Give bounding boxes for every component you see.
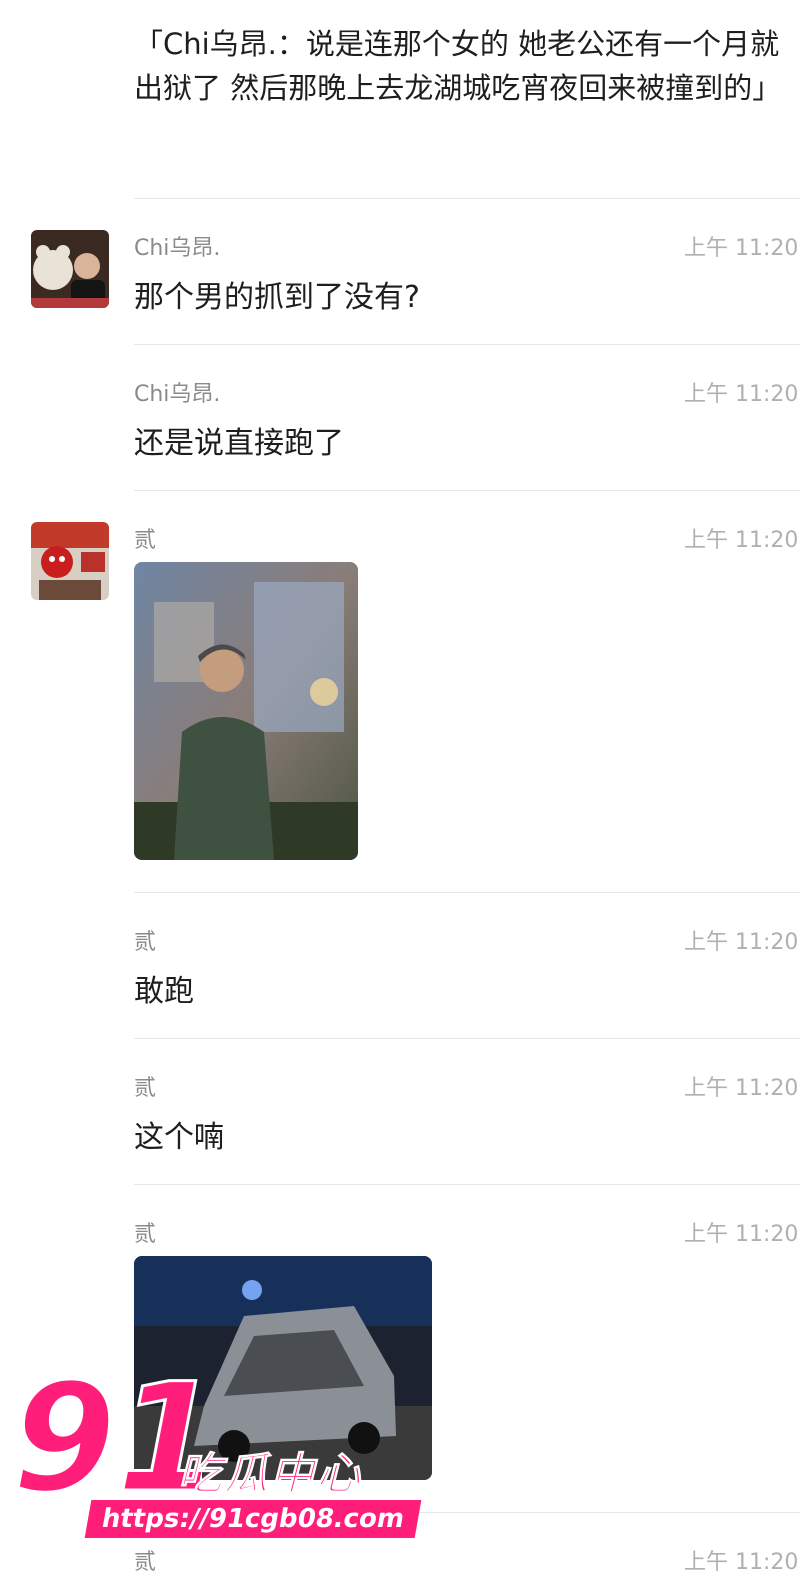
watermark-url: https://91cgb08.com bbox=[84, 1500, 422, 1538]
timestamp: 上午 11:20 bbox=[684, 930, 799, 955]
timestamp: 上午 11:20 bbox=[684, 1550, 799, 1575]
sender-name: 贰 bbox=[134, 1550, 157, 1575]
sender-name: 贰 bbox=[134, 1076, 157, 1101]
divider bbox=[134, 1184, 800, 1185]
watermark-label: 吃瓜中心 bbox=[178, 1449, 362, 1501]
message-text[interactable]: 还是说直接跑了 bbox=[134, 418, 344, 462]
watermark-logo: 91 bbox=[12, 1370, 202, 1510]
timestamp: 上午 11:20 bbox=[684, 1076, 799, 1101]
avatar-er[interactable] bbox=[31, 522, 109, 600]
sender-name: Chi乌昂. bbox=[134, 382, 221, 407]
divider bbox=[134, 344, 800, 345]
divider bbox=[134, 892, 800, 893]
sender-name: 贰 bbox=[134, 1222, 157, 1247]
photo-message[interactable] bbox=[134, 562, 358, 860]
message-text[interactable]: 那个男的抓到了没有? bbox=[134, 272, 420, 316]
sender-name: 贰 bbox=[134, 930, 157, 955]
sender-name: 贰 bbox=[134, 528, 157, 553]
timestamp: 上午 11:20 bbox=[684, 1222, 799, 1247]
watermark-number: 91 bbox=[12, 1370, 202, 1510]
timestamp: 上午 11:20 bbox=[684, 382, 799, 407]
avatar-chi[interactable] bbox=[31, 230, 109, 308]
message-text[interactable]: 这个喃 bbox=[134, 1112, 224, 1156]
message-text[interactable]: 敢跑 bbox=[134, 966, 194, 1010]
quoted-message: 「Chi乌昂.：说是连那个女的 她老公还有一个月就出狱了 然后那晚上去龙湖城吃宵… bbox=[134, 27, 782, 105]
divider bbox=[134, 1038, 800, 1039]
timestamp: 上午 11:20 bbox=[684, 528, 799, 553]
divider bbox=[134, 198, 800, 199]
sender-name: Chi乌昂. bbox=[134, 236, 221, 261]
timestamp: 上午 11:20 bbox=[684, 236, 799, 261]
divider bbox=[134, 490, 800, 491]
